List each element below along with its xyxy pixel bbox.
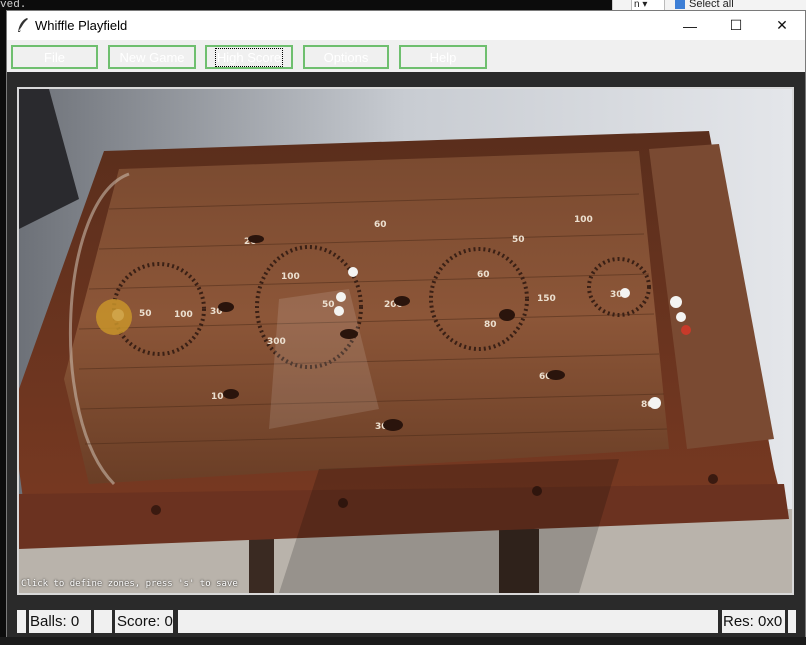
- score-label: 100: [281, 272, 300, 282]
- select-all-button: Select all: [675, 0, 734, 10]
- minimize-icon: —: [683, 17, 697, 34]
- emblem-logo: [96, 299, 132, 335]
- maximize-icon: ☐: [729, 17, 743, 33]
- score-label: 80: [484, 320, 497, 330]
- status-spacer: [17, 610, 26, 633]
- high-score-button[interactable]: High Score: [205, 45, 293, 69]
- playfield-photo: 20 60 100 50 100 60 50 200 150 300 50 10…: [19, 89, 792, 593]
- close-icon: ✕: [776, 17, 788, 33]
- score-label: 10: [211, 392, 224, 402]
- score-label: 150: [537, 294, 556, 304]
- maximize-button[interactable]: ☐: [713, 11, 759, 40]
- score-label: 60: [374, 220, 387, 230]
- options-button[interactable]: Options: [303, 45, 389, 69]
- score-label: 50: [139, 309, 152, 319]
- balls-counter: Balls: 0: [29, 610, 91, 633]
- cast-shadow: [279, 459, 619, 593]
- score-label: 100: [574, 215, 593, 225]
- score-label: 50: [322, 300, 335, 310]
- title-bar[interactable]: Whiffle Playfield — ☐ ✕: [7, 11, 805, 40]
- help-button[interactable]: Help: [399, 45, 487, 69]
- status-spacer: [788, 610, 796, 633]
- app-window: Whiffle Playfield — ☐ ✕ File New Game Hi…: [6, 10, 806, 637]
- minimize-button[interactable]: —: [667, 11, 713, 40]
- canvas-hint: Click to define zones, press 's' to save: [21, 579, 238, 589]
- status-bar: Balls: 0 Score: 0 Res: 0x0: [17, 610, 796, 633]
- background-bottom-strip: [0, 637, 806, 645]
- select-all-icon: [675, 0, 685, 9]
- score-counter: Score: 0: [115, 610, 173, 633]
- new-game-button[interactable]: New Game: [108, 45, 196, 69]
- status-spacer: [94, 610, 112, 633]
- feather-icon: [18, 18, 28, 32]
- playing-surface: [64, 151, 669, 484]
- score-label: 300: [267, 337, 286, 347]
- score-label: 60: [477, 270, 490, 280]
- table-leg-left: [249, 534, 274, 593]
- score-label: 50: [512, 235, 525, 245]
- status-message-field: [178, 610, 718, 633]
- resolution-label: Res: 0x0: [722, 610, 785, 633]
- window-title: Whiffle Playfield: [35, 18, 128, 33]
- file-button[interactable]: File: [11, 45, 98, 69]
- menu-bar: File New Game High Score Options Help: [7, 41, 805, 72]
- score-label: 100: [174, 310, 193, 320]
- playfield-canvas[interactable]: 20 60 100 50 100 60 50 200 150 300 50 10…: [17, 87, 794, 595]
- close-button[interactable]: ✕: [759, 11, 805, 40]
- main-area: 20 60 100 50 100 60 50 200 150 300 50 10…: [7, 72, 805, 637]
